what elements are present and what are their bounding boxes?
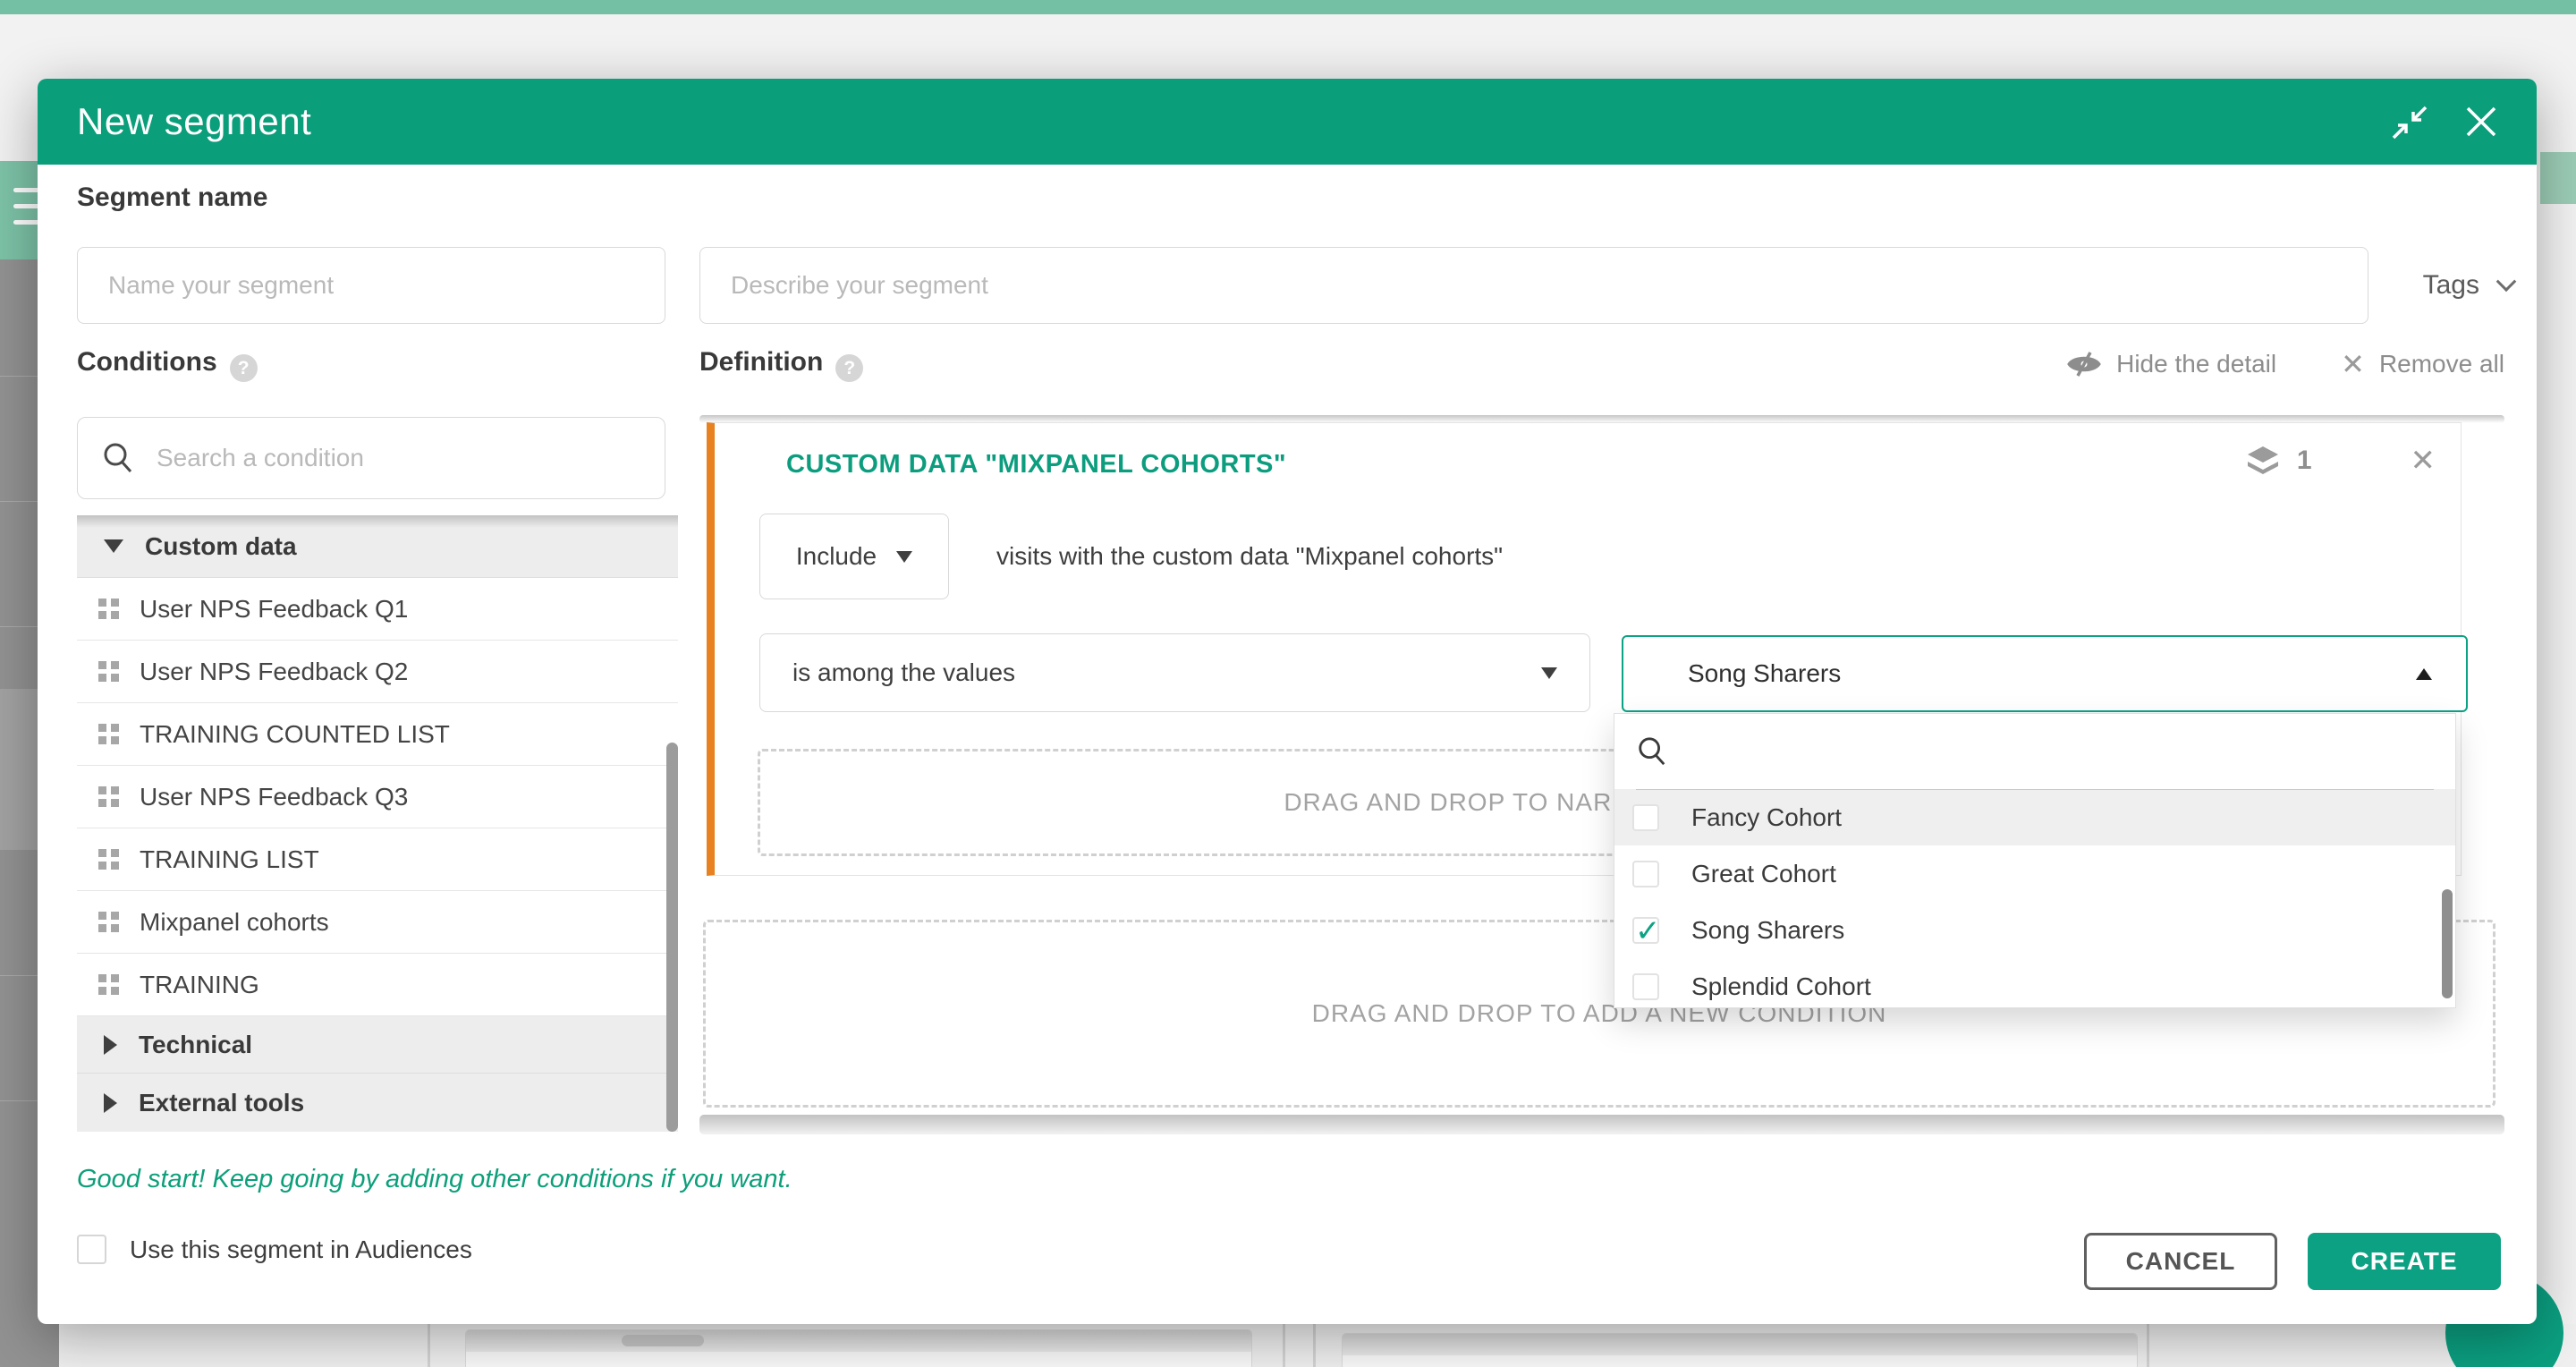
condition-item[interactable]: TRAINING — [77, 954, 678, 1016]
condition-item[interactable]: TRAINING LIST — [77, 828, 678, 891]
condition-item[interactable]: Mixpanel cohorts — [77, 891, 678, 954]
create-button[interactable]: CREATE — [2308, 1233, 2501, 1290]
hide-detail-button[interactable]: Hide the detail — [2066, 349, 2276, 379]
caret-down-icon — [1541, 667, 1557, 679]
dropdown-option[interactable]: Fancy Cohort — [1614, 789, 2455, 845]
stack-count: 1 — [2297, 446, 2312, 476]
caret-down-icon — [104, 539, 123, 553]
drag-handle-icon[interactable] — [98, 599, 119, 619]
drag-handle-icon[interactable] — [98, 724, 119, 744]
conditions-list: Custom data User NPS Feedback Q1 User NP… — [77, 515, 678, 1132]
condition-item[interactable]: User NPS Feedback Q2 — [77, 641, 678, 703]
audiences-label: Use this segment in Audiences — [130, 1235, 472, 1264]
drag-handle-icon[interactable] — [98, 661, 119, 682]
drag-handle-icon[interactable] — [98, 786, 119, 807]
search-placeholder: Search a condition — [157, 444, 364, 472]
segment-name-label: Segment name — [77, 183, 267, 213]
app-top-bar — [0, 0, 2576, 14]
new-segment-modal: New segment Segment name Tags Conditions… — [38, 79, 2537, 1324]
drag-handle-icon[interactable] — [98, 974, 119, 995]
caret-right-icon — [104, 1035, 117, 1055]
collapse-icon[interactable] — [2390, 102, 2429, 141]
checkbox[interactable] — [1632, 861, 1659, 887]
caret-up-icon — [2416, 668, 2432, 680]
caret-right-icon — [104, 1093, 117, 1113]
tags-label: Tags — [2423, 270, 2479, 301]
segment-description-input[interactable] — [699, 247, 2368, 324]
condition-sentence: visits with the custom data "Mixpanel co… — [996, 514, 1503, 599]
dropdown-scrollbar[interactable] — [2442, 889, 2453, 998]
modal-title: New segment — [77, 100, 311, 143]
tags-dropdown[interactable]: Tags — [2423, 247, 2513, 324]
background-card — [465, 1329, 1252, 1367]
include-dropdown[interactable]: Include — [759, 514, 949, 599]
segment-name-input[interactable] — [77, 247, 665, 324]
operator-dropdown[interactable]: is among the values — [759, 633, 1590, 712]
search-icon — [101, 441, 135, 475]
definition-label: Definition? — [699, 347, 863, 382]
group-custom-data[interactable]: Custom data — [77, 515, 678, 578]
dropdown-search[interactable] — [1614, 714, 2455, 789]
value-select[interactable]: Song Sharers — [1622, 635, 2468, 712]
condition-search-box[interactable]: Search a condition — [77, 417, 665, 499]
modal-header: New segment — [38, 79, 2537, 165]
dropdown-option[interactable]: Splendid Cohort — [1614, 958, 2455, 1015]
conditions-label: Conditions? — [77, 347, 258, 382]
close-icon[interactable] — [2462, 102, 2501, 141]
condition-item[interactable]: User NPS Feedback Q3 — [77, 766, 678, 828]
condition-card-title: CUSTOM DATA "MIXPANEL COHORTS" — [786, 450, 1286, 480]
background-content — [59, 1324, 2576, 1367]
group-external-tools[interactable]: External tools — [77, 1074, 678, 1132]
search-icon — [1636, 735, 1668, 768]
value-dropdown-panel: Fancy Cohort Great Cohort Song Sharers S… — [1614, 713, 2456, 1008]
condition-item[interactable]: User NPS Feedback Q1 — [77, 578, 678, 641]
remove-all-button[interactable]: ✕ Remove all — [2341, 347, 2504, 381]
help-icon[interactable]: ? — [230, 354, 258, 382]
drag-handle-icon[interactable] — [98, 849, 119, 870]
remove-condition-icon[interactable]: ✕ — [2411, 443, 2436, 479]
list-scrollbar[interactable] — [666, 743, 678, 1132]
drag-handle-icon[interactable] — [98, 912, 119, 932]
checkbox[interactable] — [1632, 804, 1659, 831]
audiences-checkbox[interactable] — [77, 1235, 106, 1264]
caret-down-icon — [896, 551, 912, 563]
checkbox[interactable] — [1632, 973, 1659, 1000]
dropdown-option[interactable]: Song Sharers — [1614, 902, 2455, 958]
background-card-control — [622, 1335, 704, 1346]
layers-icon — [2245, 445, 2281, 477]
background-header-element — [2540, 152, 2576, 204]
dropdown-option[interactable]: Great Cohort — [1614, 845, 2455, 902]
chevron-down-icon — [2496, 271, 2517, 292]
background-card — [1342, 1333, 2138, 1367]
progress-tip: Good start! Keep going by adding other c… — [77, 1165, 792, 1194]
x-icon: ✕ — [2341, 347, 2365, 381]
group-technical[interactable]: Technical — [77, 1016, 678, 1074]
horizontal-scrollbar[interactable] — [699, 1115, 2504, 1134]
eye-off-icon — [2066, 349, 2102, 379]
cancel-button[interactable]: CANCEL — [2084, 1233, 2277, 1290]
condition-item[interactable]: TRAINING COUNTED LIST — [77, 703, 678, 766]
help-icon[interactable]: ? — [835, 354, 863, 382]
checkbox-checked[interactable] — [1632, 917, 1659, 944]
